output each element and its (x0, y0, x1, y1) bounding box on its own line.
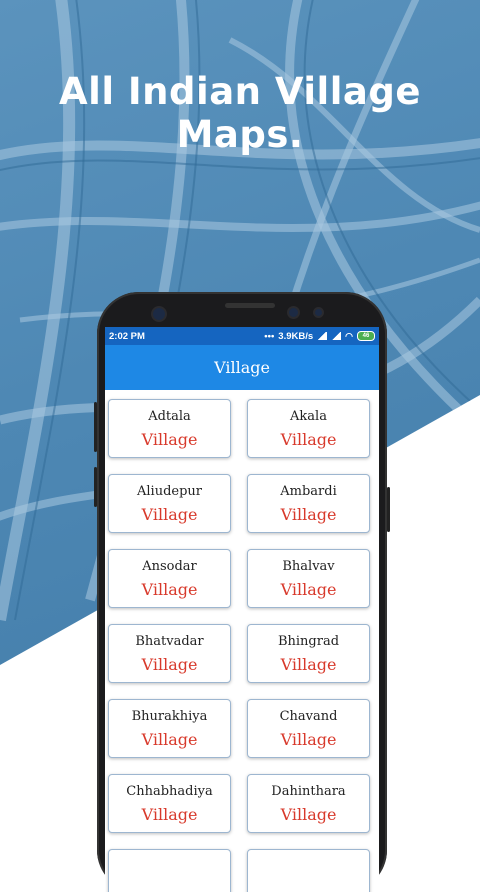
village-grid: Adtala Village Akala Village Aliudepur Vill… (105, 390, 379, 892)
village-name: Ambardi (280, 483, 337, 499)
village-card[interactable]: Bhingrad Village (247, 624, 370, 683)
village-card[interactable]: Bhalvav Village (247, 549, 370, 608)
village-name: Dahinthara (271, 783, 346, 799)
status-icons: ••• 3.9KB/s ◠ 46 (264, 331, 375, 342)
village-name: Bhingrad (277, 633, 340, 649)
village-type-label: Village (141, 654, 198, 674)
earpiece-speaker (225, 303, 275, 308)
village-card[interactable]: Akala Village (247, 399, 370, 458)
wifi-icon: ◠ (345, 330, 353, 341)
village-card[interactable]: Ansodar Village (108, 549, 231, 608)
village-name: Chavand (279, 708, 338, 724)
signal-icon (317, 332, 328, 340)
village-type-label: Village (280, 804, 337, 824)
sensor-icon (289, 308, 298, 317)
front-camera-icon (153, 308, 165, 320)
phone-side-button (94, 467, 97, 507)
village-card[interactable]: Adtala Village (108, 399, 231, 458)
status-time: 2:02 PM (109, 330, 145, 342)
village-name: Ansodar (142, 558, 197, 574)
network-speed: 3.9KB/s (278, 330, 314, 342)
village-name: Akala (290, 408, 327, 424)
battery-icon: 46 (357, 331, 375, 341)
village-card[interactable] (108, 849, 231, 892)
village-name: Aliudepur (137, 483, 202, 499)
village-type-label: Village (141, 804, 198, 824)
signal-icon (331, 332, 342, 340)
village-card[interactable]: Dahinthara Village (247, 774, 370, 833)
phone-side-button (94, 402, 97, 452)
app-bar-title: Village (214, 358, 270, 377)
phone-power-button (387, 487, 390, 532)
village-name: Chhabhadiya (126, 783, 213, 799)
village-card[interactable]: Ambardi Village (247, 474, 370, 533)
village-name: Adtala (148, 408, 191, 424)
village-type-label: Village (280, 579, 337, 599)
village-type-label: Village (280, 654, 337, 674)
more-dots-icon: ••• (264, 330, 275, 342)
status-bar: 2:02 PM ••• 3.9KB/s ◠ 46 (105, 327, 379, 345)
phone-mockup: 2:02 PM ••• 3.9KB/s ◠ 46 Village Adtala V… (94, 292, 390, 892)
village-type-label: Village (141, 579, 198, 599)
promo-headline: All Indian Village Maps. (59, 70, 421, 156)
village-type-label: Village (141, 729, 198, 749)
village-card[interactable]: Aliudepur Village (108, 474, 231, 533)
village-card[interactable] (247, 849, 370, 892)
village-card[interactable]: Chhabhadiya Village (108, 774, 231, 833)
village-name: Bhalvav (282, 558, 335, 574)
village-name: Bhatvadar (135, 633, 204, 649)
village-name: Bhurakhiya (131, 708, 208, 724)
village-card[interactable]: Bhurakhiya Village (108, 699, 231, 758)
village-type-label: Village (141, 504, 198, 524)
sensor-icon (315, 309, 322, 316)
village-card[interactable]: Chavand Village (247, 699, 370, 758)
village-type-label: Village (280, 504, 337, 524)
village-type-label: Village (141, 429, 198, 449)
village-type-label: Village (280, 729, 337, 749)
village-type-label: Village (280, 429, 337, 449)
app-bar: Village (105, 345, 379, 390)
phone-screen: 2:02 PM ••• 3.9KB/s ◠ 46 Village Adtala V… (105, 327, 379, 892)
village-card[interactable]: Bhatvadar Village (108, 624, 231, 683)
